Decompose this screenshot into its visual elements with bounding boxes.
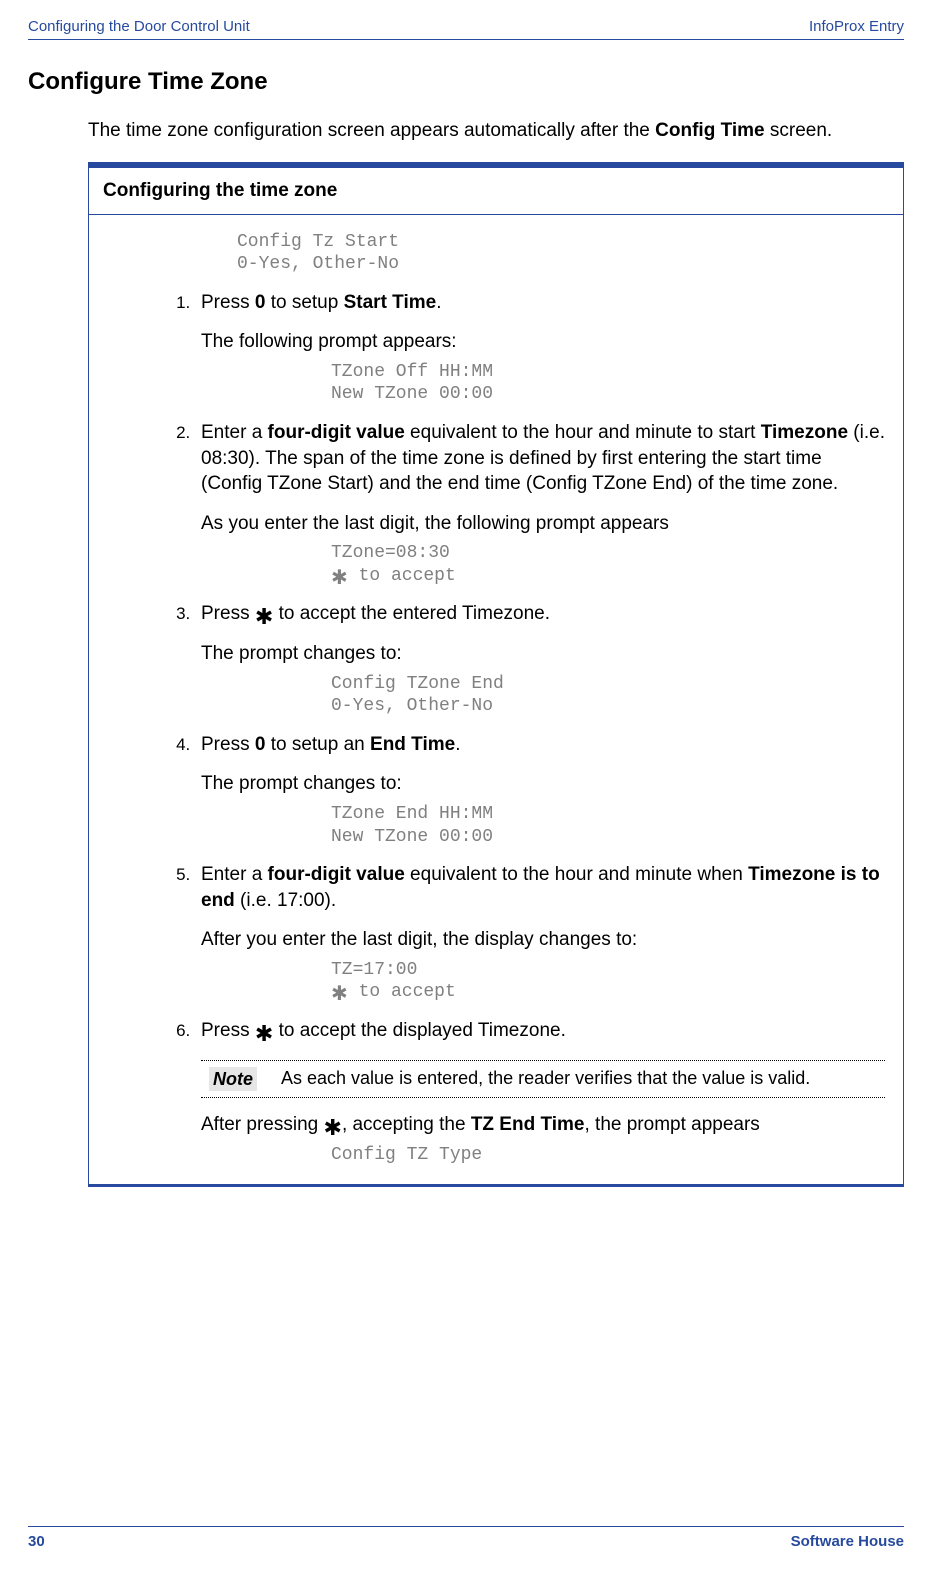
steps-list: Press 0 to setup Start Time. The followi…: [175, 290, 885, 1166]
step-5-followup: After you enter the last digit, the disp…: [201, 927, 885, 953]
page-header: Configuring the Door Control Unit InfoPr…: [28, 18, 904, 39]
section-title: Configure Time Zone: [28, 68, 904, 96]
asterisk-icon: ✱: [324, 1115, 342, 1140]
intro-bold: Config Time: [655, 120, 764, 141]
note-box: Note As each value is entered, the reade…: [201, 1060, 885, 1098]
step-5: Enter a four-digit value equivalent to t…: [195, 862, 885, 1004]
asterisk-icon: ✱: [331, 983, 348, 1005]
step-6-followup: After pressing ✱, accepting the TZ End T…: [201, 1112, 885, 1138]
page-number: 30: [28, 1533, 45, 1550]
prompt-display: Config Tz Start 0-Yes, Other-No: [237, 231, 885, 276]
prompt-display: TZone Off HH:MM New TZone 00:00: [331, 361, 885, 406]
asterisk-icon: ✱: [255, 1021, 273, 1046]
prompt-display: Config TZ Type: [331, 1144, 885, 1167]
procedure-body: Config Tz Start 0-Yes, Other-No Press 0 …: [89, 215, 903, 1184]
step-6: Press ✱ to accept the displayed Timezone…: [195, 1018, 885, 1166]
step-3-followup: The prompt changes to:: [201, 641, 885, 667]
procedure-box: Configuring the time zone Config Tz Star…: [88, 162, 904, 1187]
header-right: InfoProx Entry: [809, 18, 904, 35]
step-4: Press 0 to setup an End Time. The prompt…: [195, 732, 885, 848]
prompt-display: Config TZone End 0-Yes, Other-No: [331, 673, 885, 718]
page-footer: 30 Software House: [28, 1526, 904, 1550]
intro-text-end: screen.: [765, 120, 833, 141]
header-left: Configuring the Door Control Unit: [28, 18, 250, 35]
header-rule: [28, 39, 904, 40]
procedure-title: Configuring the time zone: [89, 168, 903, 215]
step-4-followup: The prompt changes to:: [201, 771, 885, 797]
step-3: Press ✱ to accept the entered Timezone. …: [195, 601, 885, 717]
footer-brand: Software House: [791, 1533, 904, 1550]
footer-rule: [28, 1526, 904, 1527]
note-label: Note: [209, 1067, 257, 1091]
intro-paragraph: The time zone configuration screen appea…: [88, 118, 904, 144]
step-1-followup: The following prompt appears:: [201, 329, 885, 355]
step-2: Enter a four-digit value equivalent to t…: [195, 420, 885, 588]
intro-text: The time zone configuration screen appea…: [88, 120, 655, 141]
asterisk-icon: ✱: [255, 604, 273, 629]
prompt-display: TZ=17:00 ✱ to accept: [331, 959, 885, 1004]
step-2-followup: As you enter the last digit, the followi…: [201, 511, 885, 537]
asterisk-icon: ✱: [331, 567, 348, 589]
prompt-display: TZone=08:30 ✱ to accept: [331, 542, 885, 587]
note-text: As each value is entered, the reader ver…: [281, 1067, 877, 1091]
prompt-display: TZone End HH:MM New TZone 00:00: [331, 803, 885, 848]
step-1: Press 0 to setup Start Time. The followi…: [195, 290, 885, 406]
